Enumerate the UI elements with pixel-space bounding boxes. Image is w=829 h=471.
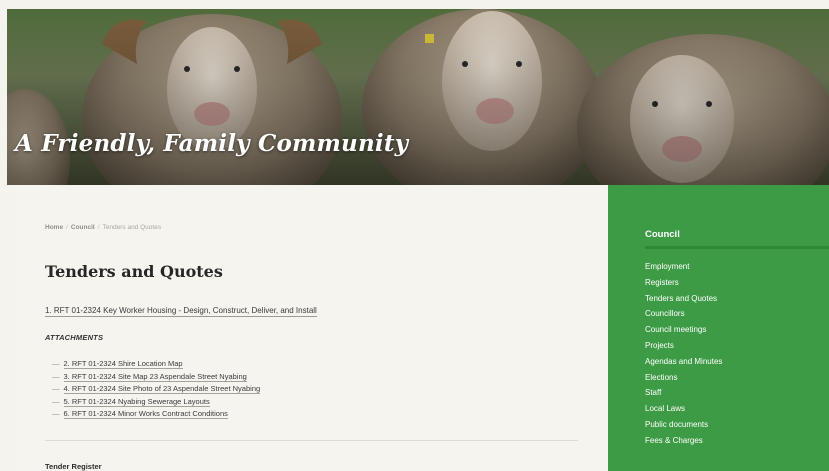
attachment-link[interactable]: 3. RFT 01-2324 Site Map 23 Aspendale Str… (63, 371, 247, 382)
section-divider (45, 440, 578, 441)
list-item: —2. RFT 01-2324 Shire Location Map (52, 359, 183, 369)
sidebar-item-council-meetings[interactable]: Council meetings (645, 325, 722, 341)
breadcrumb-home[interactable]: Home (45, 224, 63, 231)
list-item: —5. RFT 01-2324 Nyabing Sewerage Layouts (52, 396, 210, 407)
sidebar-item-fees-and-charges[interactable]: Fees & Charges (645, 436, 722, 452)
list-item: —6. RFT 01-2324 Minor Works Contract Con… (52, 409, 228, 420)
attachment-link[interactable]: 4. RFT 01-2324 Site Photo of 23 Aspendal… (63, 384, 261, 395)
attachments-heading: ATTACHMENTS (45, 333, 104, 342)
page-title: Tenders and Quotes (45, 262, 223, 281)
tender-register-heading: Tender Register (45, 462, 102, 471)
sidebar-item-public-documents[interactable]: Public documents (645, 420, 722, 436)
sidebar-divider (645, 246, 829, 249)
breadcrumb-current: Tenders and Quotes (102, 224, 162, 231)
breadcrumb: Home / Council / Tenders and Quotes (45, 224, 161, 231)
sidebar-title: Council (645, 229, 680, 240)
sidebar-item-registers[interactable]: Registers (645, 278, 722, 294)
list-item: —4. RFT 01-2324 Site Photo of 23 Aspenda… (52, 384, 261, 395)
breadcrumb-separator: / (97, 224, 100, 231)
tender-document-link[interactable]: 1. RFT 01-2324 Key Worker Housing - Desi… (45, 306, 317, 317)
council-sidebar: Council Employment Registers Tenders and… (608, 185, 829, 471)
hero-title: A Friendly, Family Community (15, 130, 409, 157)
breadcrumb-separator: / (66, 224, 68, 231)
sidebar-item-local-laws[interactable]: Local Laws (645, 404, 722, 420)
sidebar-item-employment[interactable]: Employment (645, 262, 722, 278)
sidebar-item-staff[interactable]: Staff (645, 388, 722, 404)
list-item: —3. RFT 01-2324 Site Map 23 Aspendale St… (52, 371, 247, 382)
sidebar-item-agendas-and-minutes[interactable]: Agendas and Minutes (645, 357, 722, 373)
hero-sheep-image (7, 9, 829, 185)
breadcrumb-council[interactable]: Council (71, 224, 95, 231)
attachment-link[interactable]: 6. RFT 01-2324 Minor Works Contract Cond… (63, 409, 228, 420)
attachments-list: —2. RFT 01-2324 Shire Location Map —3. R… (52, 359, 261, 422)
main-content: Home / Council / Tenders and Quotes Tenders … (16, 185, 608, 471)
sidebar-item-councillors[interactable]: Councillors (645, 309, 722, 325)
sidebar-item-projects[interactable]: Projects (645, 341, 722, 357)
sidebar-nav: Employment Registers Tenders and Quotes … (645, 262, 722, 452)
hero-banner: A Friendly, Family Community (7, 9, 829, 185)
sidebar-item-tenders-and-quotes[interactable]: Tenders and Quotes (645, 294, 722, 310)
sidebar-item-elections[interactable]: Elections (645, 373, 722, 389)
attachment-link[interactable]: 5. RFT 01-2324 Nyabing Sewerage Layouts (63, 396, 210, 407)
attachment-link[interactable]: 2. RFT 01-2324 Shire Location Map (63, 359, 183, 369)
